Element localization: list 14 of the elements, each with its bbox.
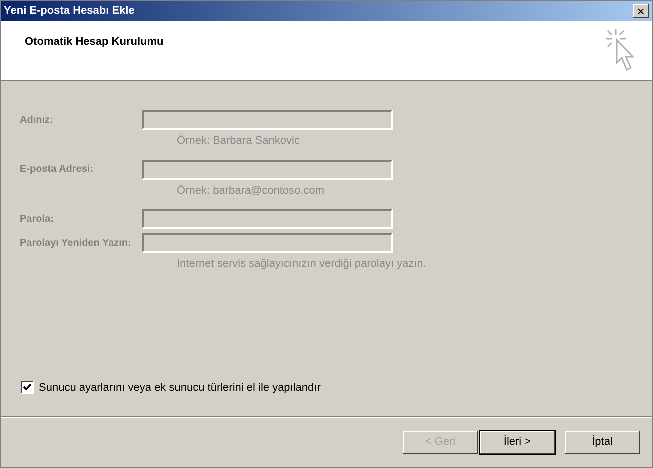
header-title: Otomatik Hesap Kurulumu [25, 35, 164, 50]
dialog-button[interactable]: İleri > [480, 431, 555, 454]
field-label: Adınız: [19, 114, 54, 128]
field-label: E-posta Adresi: [19, 163, 95, 177]
hint-text: Internet servis sağlayıcınızın verdiği parolayı yazın. [177, 257, 428, 272]
close-button[interactable]: × [633, 4, 649, 18]
checkbox[interactable] [21, 381, 34, 394]
hint-text: Örnek: barbara@contoso.com [177, 184, 326, 198]
window-title: Yeni E-posta Hesabı Ekle [4, 4, 135, 19]
field-label: Parola: [19, 212, 55, 226]
checkbox-label: Sunucu ayarlarını veya ek sunucu türlerini el ile yapılandır [39, 380, 321, 396]
field-label: Parolayı Yeniden Yazın: [19, 236, 132, 250]
hint-text: Örnek: Barbara Sankovic [177, 134, 301, 149]
dialog-button[interactable]: İptal [565, 431, 640, 454]
